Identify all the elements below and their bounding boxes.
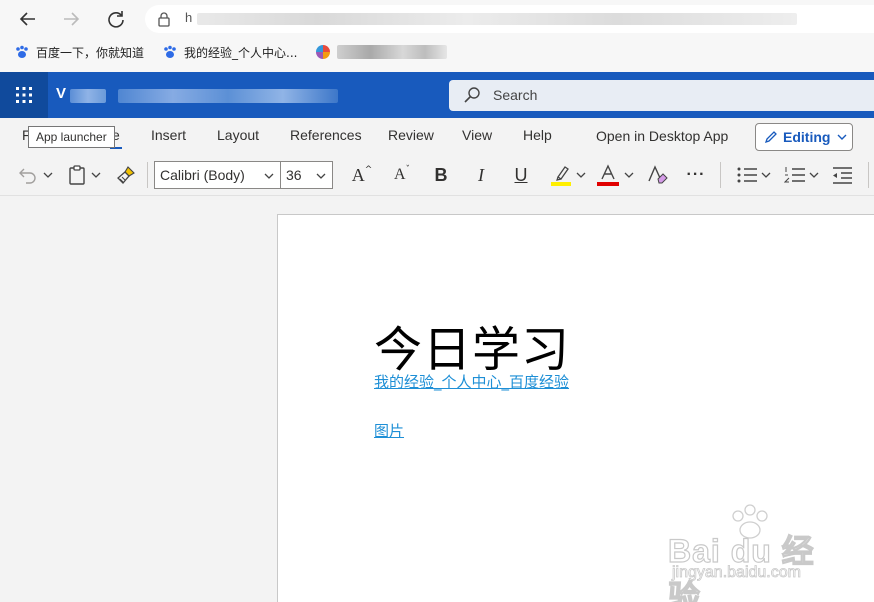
paste-button[interactable] [66,162,104,188]
waffle-icon [16,87,32,103]
decrease-indent-icon [833,167,852,184]
clear-formatting-icon [648,165,668,184]
document-link-jingyan[interactable]: 我的经验_个人中心_百度经验 [374,371,569,392]
editing-label: Editing [783,129,831,145]
ellipsis-icon: ··· [686,166,706,183]
baidu-jingyan-watermark: Bai du 经验 jingyan.baidu.com [667,504,838,602]
chevron-down-icon [91,172,101,178]
bookmark-third[interactable] [315,43,447,61]
forward-arrow-icon [64,12,80,26]
tab-layout[interactable]: Layout [217,127,259,143]
italic-button[interactable]: I [470,162,492,188]
refresh-button[interactable] [103,7,129,31]
font-color-button[interactable] [597,162,635,188]
bookmark-jingyan[interactable]: 我的经验_个人中心... [162,43,297,61]
document-heading[interactable]: 今日学习 [374,310,570,380]
open-in-desktop-app-button[interactable]: Open in Desktop App [596,128,728,144]
underline-button[interactable]: U [510,162,532,188]
blurred-app-name [70,89,106,103]
editing-mode-button[interactable]: Editing [755,123,853,151]
ribbon-toolbar: Calibri (Body) 36 A ^ A ˇ B I U ··· [0,154,874,196]
ribbon-tabs: F e Insert Layout References Review View… [0,118,874,154]
ribbon: F e Insert Layout References Review View… [0,118,874,196]
bullets-button[interactable] [734,162,774,188]
tab-review[interactable]: Review [388,127,434,143]
undo-button[interactable] [16,162,56,188]
watermark-url-text: jingyan.baidu.com [672,564,802,582]
lock-icon [158,12,170,27]
baidu-paw-icon [14,44,30,60]
numbering-button[interactable] [782,162,822,188]
forward-button[interactable] [58,7,84,31]
browser-chrome: h 百度一下，你就知道 我的经验_个人中心... [0,0,874,72]
blurred-url [197,13,797,25]
bullet-list-icon [737,167,757,183]
grow-font-icon: A [351,164,365,185]
underline-icon: U [514,164,528,185]
bookmarks-bar: 百度一下，你就知道 我的经验_个人中心... [0,38,874,66]
shrink-font-button[interactable]: A ˇ [390,162,414,188]
caret-up-icon: ^ [364,165,373,175]
clear-formatting-button[interactable] [645,162,669,188]
toolbar-divider [147,162,148,188]
numbered-list-icon [784,167,805,183]
grow-font-button[interactable]: A ^ [350,162,374,188]
tab-insert[interactable]: Insert [151,127,186,143]
search-icon [464,87,480,103]
caret-down-icon: ˇ [405,165,411,175]
bookmark-label: 百度一下，你就知道 [36,45,145,60]
app-name[interactable]: V [56,85,66,102]
search-box[interactable]: Search [449,80,874,111]
highlight-color-button[interactable] [550,162,588,188]
refresh-icon [108,11,124,28]
pencil-icon [764,131,777,144]
highlighter-icon [551,166,571,186]
clipboard-icon [69,165,85,185]
more-options-button[interactable]: ··· [684,162,708,188]
back-arrow-icon [19,12,35,26]
font-name-dropdown[interactable]: Calibri (Body) [154,161,281,189]
chevron-down-icon [264,173,274,179]
bold-button[interactable]: B [430,162,452,188]
toolbar-divider [720,162,721,188]
chevron-down-icon [576,172,586,178]
address-text: h [185,10,193,25]
chevron-down-icon [624,172,634,178]
colorful-pinwheel-icon [315,44,331,60]
chevron-down-icon [316,173,326,179]
bookmark-label: 我的经验_个人中心... [184,45,298,60]
italic-icon: I [478,164,484,185]
address-bar[interactable]: h [145,5,874,33]
bookmark-baidu[interactable]: 百度一下，你就知道 [14,43,144,61]
chevron-down-icon [43,172,53,178]
decrease-indent-button[interactable] [830,162,854,188]
blurred-bookmark-label [337,45,447,59]
toolbar-divider [868,162,869,188]
bold-icon: B [434,164,448,185]
back-button[interactable] [15,7,41,31]
tab-view[interactable]: View [462,127,492,143]
font-color-icon [597,164,619,186]
format-painter-button[interactable] [114,162,138,188]
baidu-paw-icon [162,44,178,60]
blurred-document-name [118,89,338,103]
office-header: V Search [0,72,874,118]
tab-help[interactable]: Help [523,127,552,143]
search-placeholder: Search [493,87,538,103]
app-launcher-tooltip: App launcher [28,126,115,148]
chevron-down-icon [837,134,847,140]
paintbrush-icon [117,166,135,184]
chevron-down-icon [809,172,819,178]
font-size-value: 36 [286,167,302,183]
document-link-image[interactable]: 图片 [374,420,404,441]
font-name-value: Calibri (Body) [160,167,245,183]
app-launcher-button[interactable] [0,72,48,118]
font-size-dropdown[interactable]: 36 [281,161,333,189]
undo-icon [19,168,36,184]
tab-references[interactable]: References [290,127,362,143]
shrink-font-icon: A [393,166,406,183]
chevron-down-icon [761,172,771,178]
